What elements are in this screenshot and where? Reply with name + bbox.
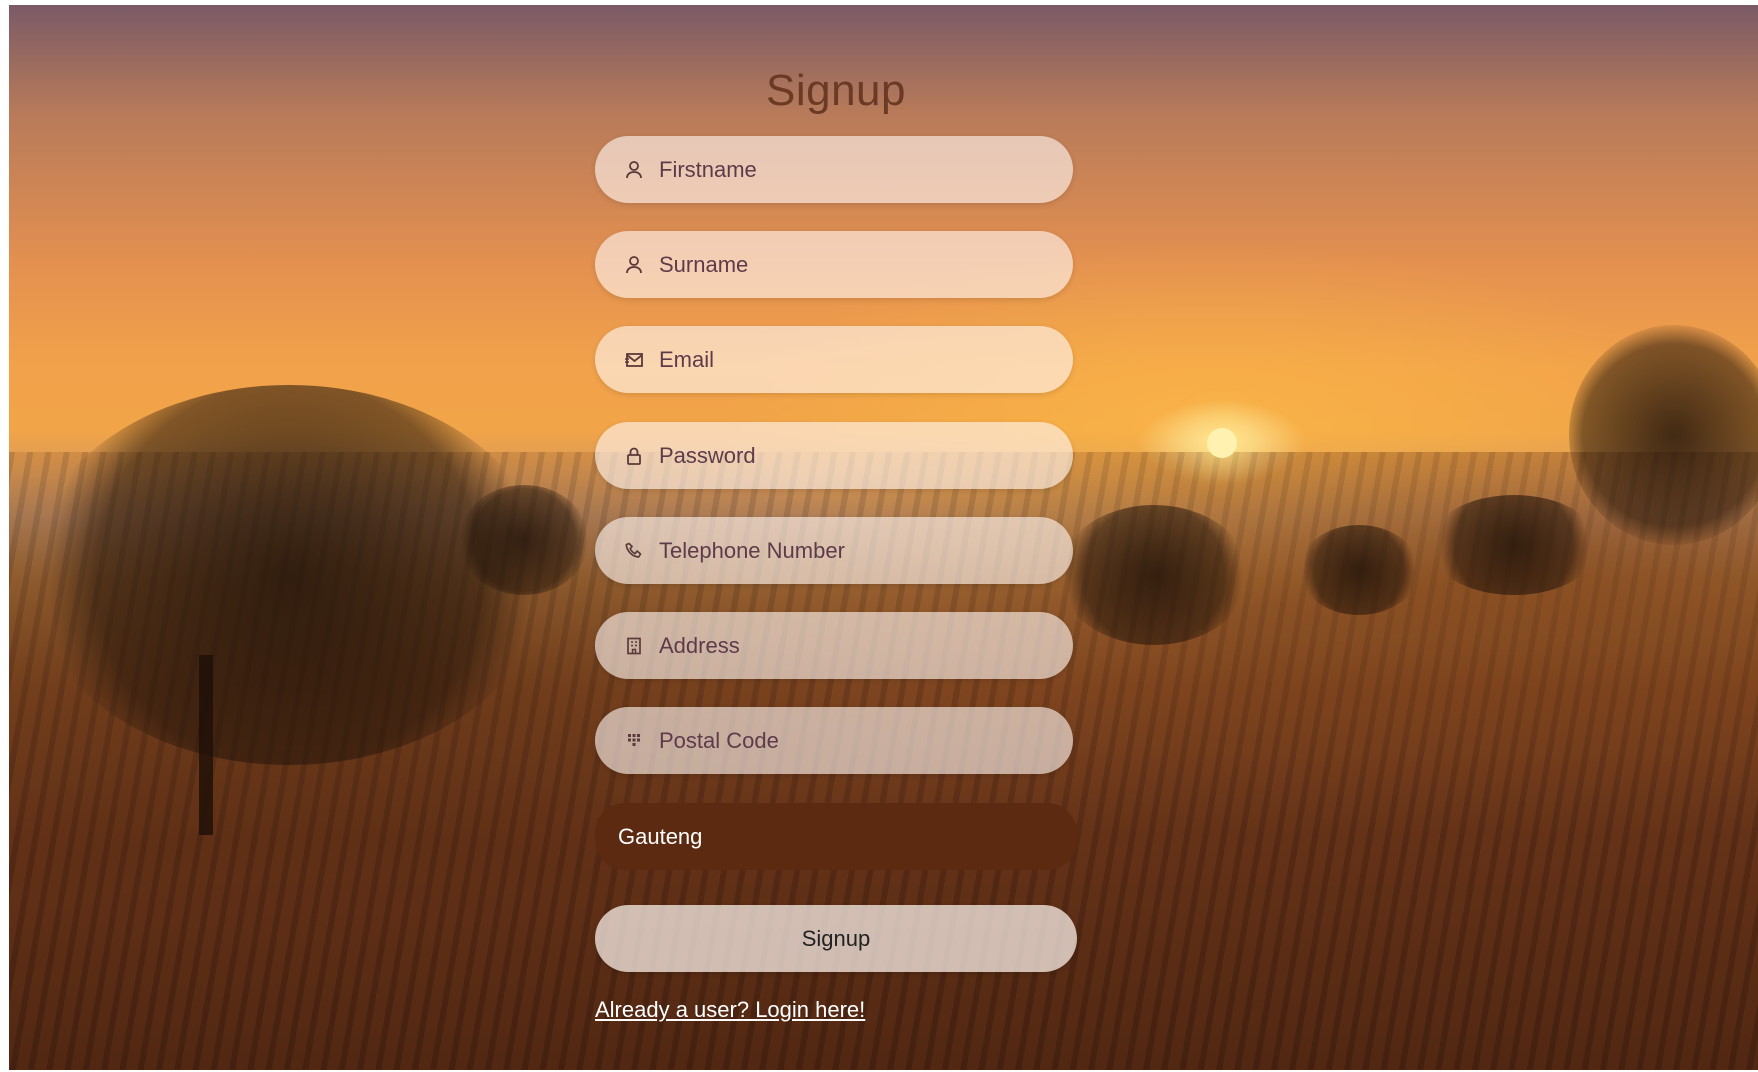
user-icon (623, 254, 645, 276)
telephone-input[interactable] (659, 537, 1039, 564)
surname-input[interactable] (659, 251, 1039, 278)
tree-mid (459, 485, 589, 595)
email-input[interactable] (659, 346, 1039, 373)
province-select[interactable]: Gauteng (595, 803, 1077, 870)
tree-left-trunk (199, 655, 213, 835)
login-link[interactable]: Already a user? Login here! (595, 997, 865, 1023)
grid-dots-icon (623, 730, 645, 752)
tree-right-small (1299, 525, 1419, 615)
password-input[interactable] (659, 442, 1039, 469)
signup-button[interactable]: Signup (595, 905, 1077, 972)
page-title: Signup (765, 66, 906, 115)
firstname-input[interactable] (659, 156, 1039, 183)
tree-center-right (1059, 505, 1249, 645)
lock-icon (623, 445, 645, 467)
sun (1207, 428, 1237, 458)
province-selected-value: Gauteng (618, 823, 703, 849)
address-input[interactable] (659, 632, 1039, 659)
envelope-icon (623, 349, 645, 371)
postal-code-field[interactable] (595, 707, 1073, 774)
email-field[interactable] (595, 326, 1073, 393)
firstname-field[interactable] (595, 136, 1073, 203)
building-icon (623, 635, 645, 657)
password-field[interactable] (595, 422, 1073, 489)
user-icon (623, 159, 645, 181)
telephone-field[interactable] (595, 517, 1073, 584)
postal-code-input[interactable] (659, 727, 1039, 754)
tree-right-group (1429, 495, 1599, 595)
surname-field[interactable] (595, 231, 1073, 298)
tree-left (29, 385, 549, 765)
address-field[interactable] (595, 612, 1073, 679)
phone-icon (623, 540, 645, 562)
